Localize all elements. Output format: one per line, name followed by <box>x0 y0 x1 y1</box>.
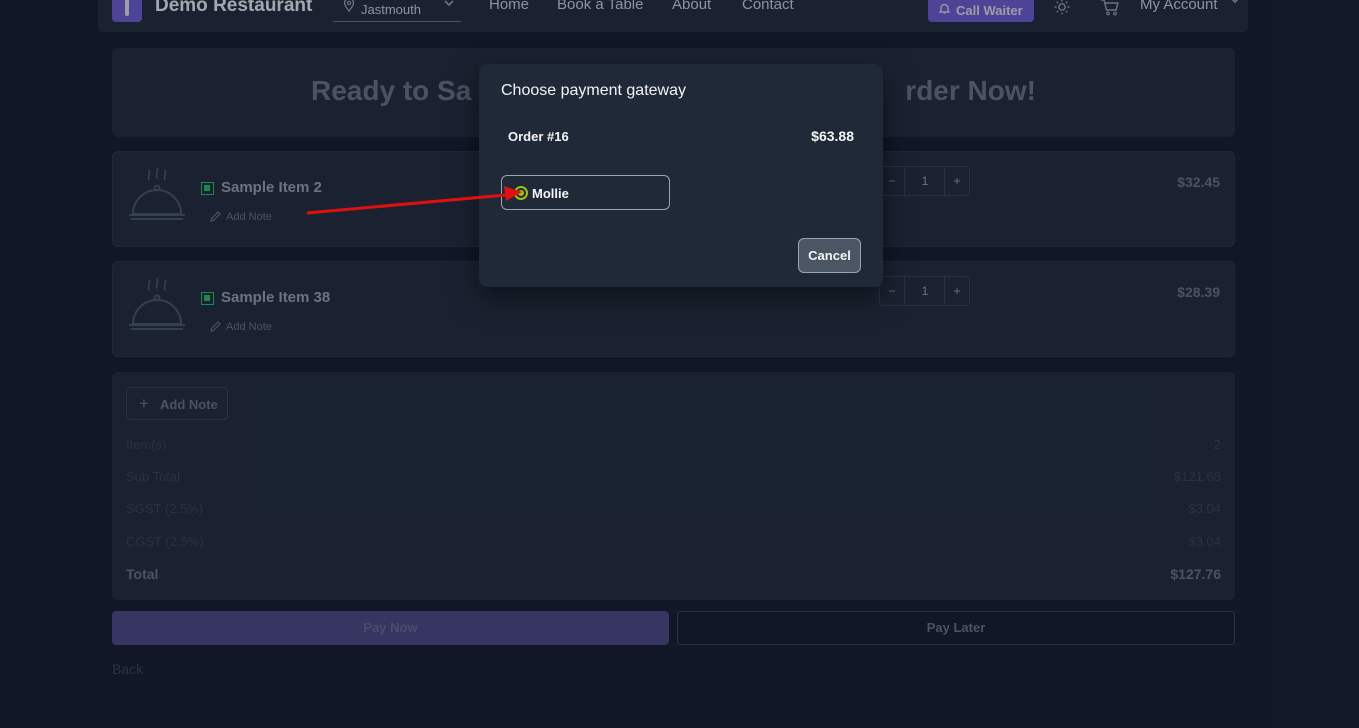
gateway-label: Mollie <box>532 186 569 201</box>
cancel-button[interactable]: Cancel <box>798 238 861 273</box>
order-amount: $63.88 <box>811 128 854 144</box>
payment-gateway-modal: Choose payment gateway Order #16 $63.88 … <box>479 64 883 287</box>
modal-title: Choose payment gateway <box>501 82 686 99</box>
order-number: Order #16 <box>508 129 569 144</box>
gateway-option-mollie[interactable]: Mollie <box>501 175 670 210</box>
gateway-radio[interactable] <box>514 186 528 200</box>
